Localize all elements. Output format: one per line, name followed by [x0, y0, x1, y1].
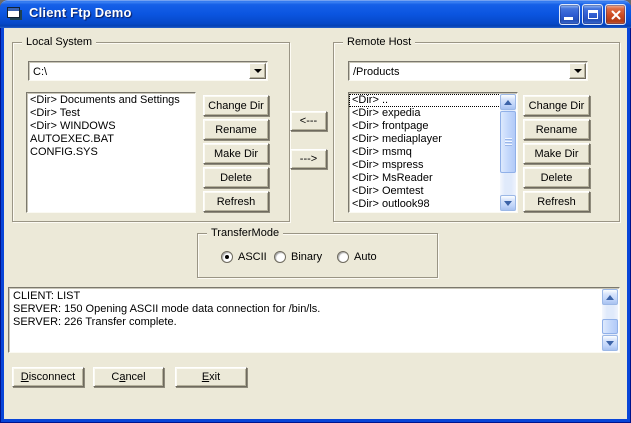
- scroll-up-icon: [606, 291, 614, 300]
- chevron-down-icon: [253, 69, 262, 77]
- scroll-down-icon: [504, 200, 512, 210]
- list-item[interactable]: <Dir> ..: [349, 94, 501, 107]
- remote-rename-button[interactable]: Rename: [523, 119, 590, 140]
- maximize-button[interactable]: [582, 4, 603, 25]
- close-icon: [611, 10, 620, 19]
- scroll-down-icon: [606, 340, 614, 350]
- remote-change-dir-button[interactable]: Change Dir: [523, 95, 590, 116]
- app-window: Client Ftp Demo Local System C:\ <Dir> D…: [0, 0, 631, 423]
- list-item[interactable]: <Dir> expedia: [349, 107, 517, 120]
- list-item[interactable]: <Dir> mspress: [349, 159, 517, 172]
- local-refresh-button[interactable]: Refresh: [203, 191, 269, 212]
- list-item[interactable]: <Dir> Test: [27, 107, 195, 120]
- list-item[interactable]: <Dir> MsReader: [349, 172, 517, 185]
- list-item[interactable]: <Dir> mediaplayer: [349, 133, 517, 146]
- radio-auto[interactable]: Auto: [337, 250, 377, 263]
- form-body: Local System C:\ <Dir> Documents and Set…: [4, 28, 627, 419]
- list-item[interactable]: <Dir> WINDOWS: [27, 120, 195, 133]
- scroll-up-icon: [504, 96, 512, 105]
- remote-file-list[interactable]: <Dir> .. <Dir> expedia <Dir> frontpage <…: [348, 92, 518, 213]
- remote-refresh-button[interactable]: Refresh: [523, 191, 590, 212]
- remote-delete-button[interactable]: Delete: [523, 167, 590, 188]
- scroll-up-button[interactable]: [500, 94, 516, 110]
- thumb-grip-icon: [504, 138, 512, 146]
- minimize-button[interactable]: [559, 4, 580, 25]
- button-label: C: [111, 371, 120, 383]
- list-item[interactable]: <Dir> frontpage: [349, 120, 517, 133]
- list-item[interactable]: <Dir> msmq: [349, 146, 517, 159]
- local-path-value: C:\: [33, 66, 48, 78]
- radio-binary-label: Binary: [291, 250, 323, 263]
- cancel-button[interactable]: Ca ncel: [93, 367, 164, 387]
- radio-unselected-icon: [274, 250, 286, 263]
- local-make-dir-button[interactable]: Make Dir: [203, 143, 269, 164]
- scroll-down-button[interactable]: [500, 195, 516, 211]
- radio-selected-icon: [221, 250, 233, 263]
- local-system-group-label: Local System: [22, 36, 97, 49]
- button-mnemonic: D: [20, 371, 29, 383]
- log-line: SERVER: 226 Transfer complete.: [13, 316, 177, 328]
- radio-ascii-label: ASCII: [238, 250, 267, 263]
- remote-host-group-label: Remote Host: [343, 36, 416, 49]
- remote-path-combobox[interactable]: /Products: [348, 61, 588, 81]
- list-item[interactable]: AUTOEXEC.BAT: [27, 133, 195, 146]
- scroll-down-button[interactable]: [602, 335, 618, 351]
- minimize-icon: [564, 17, 573, 20]
- button-mnemonic: E: [201, 371, 210, 383]
- button-label: isconnect: [28, 371, 76, 383]
- remote-list-scrollbar[interactable]: [500, 94, 516, 211]
- log-scrollbar[interactable]: [602, 289, 618, 351]
- remote-path-dropdown-button[interactable]: [569, 63, 586, 79]
- local-path-dropdown-button[interactable]: [249, 63, 266, 79]
- local-path-combobox[interactable]: C:\: [28, 61, 268, 81]
- titlebar[interactable]: Client Ftp Demo: [0, 0, 631, 28]
- transfer-mode-group-label: TransferMode: [207, 227, 284, 240]
- maximize-icon: [587, 10, 598, 19]
- upload-to-remote-button[interactable]: --->: [290, 149, 327, 169]
- download-to-local-button[interactable]: <---: [290, 111, 327, 131]
- disconnect-button[interactable]: Disconnect: [12, 367, 84, 387]
- chevron-down-icon: [573, 69, 582, 77]
- button-label: ncel: [125, 371, 146, 383]
- radio-unselected-icon: [337, 250, 349, 263]
- app-icon: [7, 7, 23, 21]
- list-item[interactable]: <Dir> outlook98: [349, 198, 517, 211]
- session-log-textbox[interactable]: CLIENT: LIST SERVER: 150 Opening ASCII m…: [8, 287, 620, 353]
- scroll-up-button[interactable]: [602, 289, 618, 305]
- scrollbar-thumb[interactable]: [602, 319, 618, 334]
- log-line: SERVER: 150 Opening ASCII mode data conn…: [13, 303, 321, 315]
- remote-make-dir-button[interactable]: Make Dir: [523, 143, 590, 164]
- window-title: Client Ftp Demo: [29, 5, 132, 20]
- local-file-list[interactable]: <Dir> Documents and Settings <Dir> Test …: [26, 92, 196, 213]
- transfer-mode-group: TransferMode ASCII Binary Auto: [197, 227, 438, 278]
- radio-binary[interactable]: Binary: [274, 250, 322, 263]
- list-item[interactable]: <Dir> Documents and Settings: [27, 94, 195, 107]
- list-item[interactable]: CONFIG.SYS: [27, 146, 195, 159]
- exit-button[interactable]: Exit: [175, 367, 247, 387]
- close-button[interactable]: [605, 4, 626, 25]
- radio-ascii[interactable]: ASCII: [221, 250, 267, 263]
- radio-auto-label: Auto: [354, 250, 377, 263]
- log-line: CLIENT: LIST: [13, 290, 81, 302]
- local-change-dir-button[interactable]: Change Dir: [203, 95, 269, 116]
- local-rename-button[interactable]: Rename: [203, 119, 269, 140]
- local-delete-button[interactable]: Delete: [203, 167, 269, 188]
- scrollbar-thumb[interactable]: [500, 111, 516, 173]
- remote-path-value: /Products: [353, 66, 400, 78]
- button-label: xit: [209, 371, 221, 383]
- list-item[interactable]: <Dir> Oemtest: [349, 185, 517, 198]
